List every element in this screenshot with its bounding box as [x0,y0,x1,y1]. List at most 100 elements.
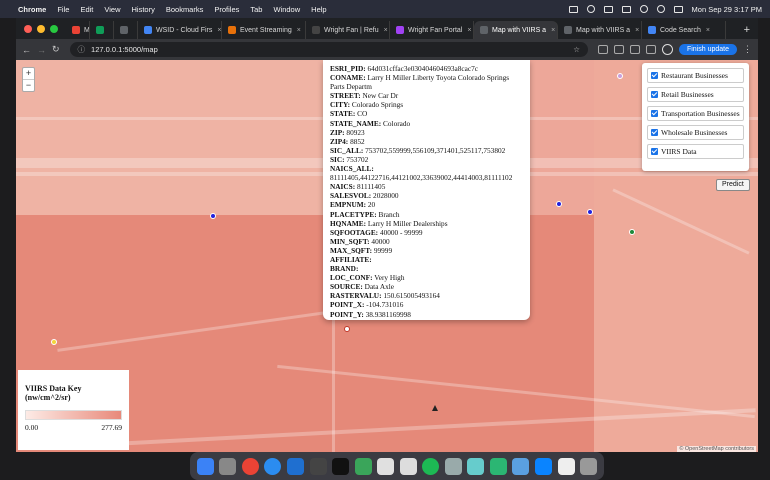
browser-tab[interactable]: M [66,21,90,39]
zoom-in-button[interactable]: + [23,68,34,80]
close-tab-icon[interactable]: × [217,27,221,34]
layer-checkbox[interactable] [651,148,658,155]
layer-toggle[interactable]: Restaurant Businesses [647,68,744,83]
popup-field-row: ESRI_PID: 64d031cffac3e030404604693a8cac… [330,64,523,73]
finish-update-button[interactable]: Finish update [678,44,737,55]
spotify-icon[interactable] [422,457,440,475]
menu-history[interactable]: History [132,5,155,14]
app-icon[interactable] [309,457,327,475]
trash-icon[interactable] [580,457,598,475]
tab-list: M WSID - Cloud Firs × Event Streaming × Wrigh… [66,21,726,39]
layer-checkbox[interactable] [651,129,658,136]
close-tab-icon[interactable]: × [384,27,388,34]
predict-button[interactable]: Predict [716,179,750,191]
business-marker[interactable] [210,213,216,219]
app-icon[interactable] [534,457,552,475]
close-tab-icon[interactable]: × [297,27,301,34]
extensions-icon[interactable] [597,45,608,54]
wifi-icon[interactable] [639,5,648,13]
numbers-icon[interactable] [512,457,530,475]
address-bar[interactable]: ⓘ 127.0.0.1:5000/map ☆ [69,42,588,57]
browser-tab[interactable]: Event Streaming × [222,21,306,39]
bookmark-star-icon[interactable]: ☆ [573,45,580,54]
document-icon[interactable] [557,457,575,475]
business-marker[interactable] [617,73,623,79]
business-marker[interactable] [629,229,635,235]
close-tab-icon[interactable]: × [635,27,639,34]
map-view[interactable]: + − ESRI_PID: 64d031cffac3e030404604693a… [16,60,758,452]
status-icon[interactable] [568,5,578,13]
popup-field-key: STREET: [330,91,361,101]
new-tab-button[interactable]: + [736,24,758,39]
back-icon[interactable]: ← [22,45,31,55]
menu-edit[interactable]: Edit [80,5,93,14]
layer-checkbox[interactable] [651,91,658,98]
map-attribution[interactable]: © OpenStreetMap contributors [677,446,756,452]
status-icon[interactable] [586,5,595,13]
close-tab-icon[interactable]: × [551,27,555,34]
layer-toggle[interactable]: Wholesale Businesses [647,125,744,140]
close-tab-icon[interactable]: × [706,27,710,34]
more-menu-icon[interactable]: ⋮ [743,44,752,55]
slack-icon[interactable] [377,457,395,475]
layer-toggle[interactable]: VIIRS Data [647,144,744,159]
layer-checkbox[interactable] [651,110,658,117]
layer-toggle[interactable]: Transportation Businesses [647,106,744,121]
browser-tab[interactable] [114,21,138,39]
address-url[interactable]: 127.0.0.1:5000/map [91,45,158,54]
zoom-window-button[interactable] [50,25,58,33]
tab-favicon-icon [96,26,104,34]
close-tab-icon[interactable]: × [467,27,471,34]
site-info-icon[interactable]: ⓘ [78,44,86,55]
browser-tab[interactable]: WSID - Cloud Firs × [138,21,222,39]
menu-view[interactable]: View [104,5,120,14]
browser-tab[interactable]: Wright Fan | Refu × [306,21,390,39]
browser-tab[interactable]: Wright Fan Portal × [390,21,474,39]
app-icon[interactable] [489,457,507,475]
profile-avatar[interactable] [661,44,673,55]
menu-profiles[interactable]: Profiles [214,5,239,14]
forward-icon[interactable]: → [37,45,46,55]
search-icon[interactable] [656,5,665,13]
control-center-icon[interactable] [673,5,683,13]
app-icon[interactable] [399,457,417,475]
finder-icon[interactable] [196,457,214,475]
business-marker[interactable] [587,209,593,215]
close-window-button[interactable] [24,25,32,33]
menu-tab[interactable]: Tab [250,5,262,14]
messages-icon[interactable] [354,457,372,475]
layer-checkbox[interactable] [651,72,658,79]
minimize-window-button[interactable] [37,25,45,33]
downloads-icon[interactable] [645,45,656,54]
chrome-icon[interactable] [241,457,259,475]
viirs-tile [16,60,332,215]
menu-window[interactable]: Window [273,5,300,14]
menu-app-name[interactable]: Chrome [18,5,46,14]
zoom-out-button[interactable]: − [23,80,34,91]
browser-tab[interactable]: Code Search × [642,21,726,39]
safari-icon[interactable] [264,457,282,475]
business-marker[interactable] [556,201,562,207]
app-icon[interactable] [467,457,485,475]
layer-toggle[interactable]: Retail Businesses [647,87,744,102]
business-marker[interactable] [51,339,57,345]
menubar-clock[interactable]: Mon Sep 29 3:17 PM [692,5,762,14]
status-icon[interactable] [603,5,613,13]
app-icon[interactable] [444,457,462,475]
vscode-icon[interactable] [286,457,304,475]
browser-tab[interactable]: Map with VIIRS a × [558,21,642,39]
popup-field-value: 753702 [344,154,369,164]
launchpad-icon[interactable] [219,457,237,475]
side-panel-icon[interactable] [629,45,640,54]
browser-tab[interactable]: Map with VIIRS a × [474,21,558,39]
popup-field-value: 2028000 [371,191,399,201]
reload-icon[interactable]: ↻ [52,44,60,55]
extension-icon[interactable] [613,45,624,54]
battery-icon[interactable] [621,5,631,13]
menu-help[interactable]: Help [311,5,326,14]
menu-file[interactable]: File [57,5,69,14]
terminal-icon[interactable] [332,457,350,475]
browser-tab[interactable] [90,21,114,39]
selected-business-marker[interactable] [344,326,350,332]
menu-bookmarks[interactable]: Bookmarks [166,5,204,14]
